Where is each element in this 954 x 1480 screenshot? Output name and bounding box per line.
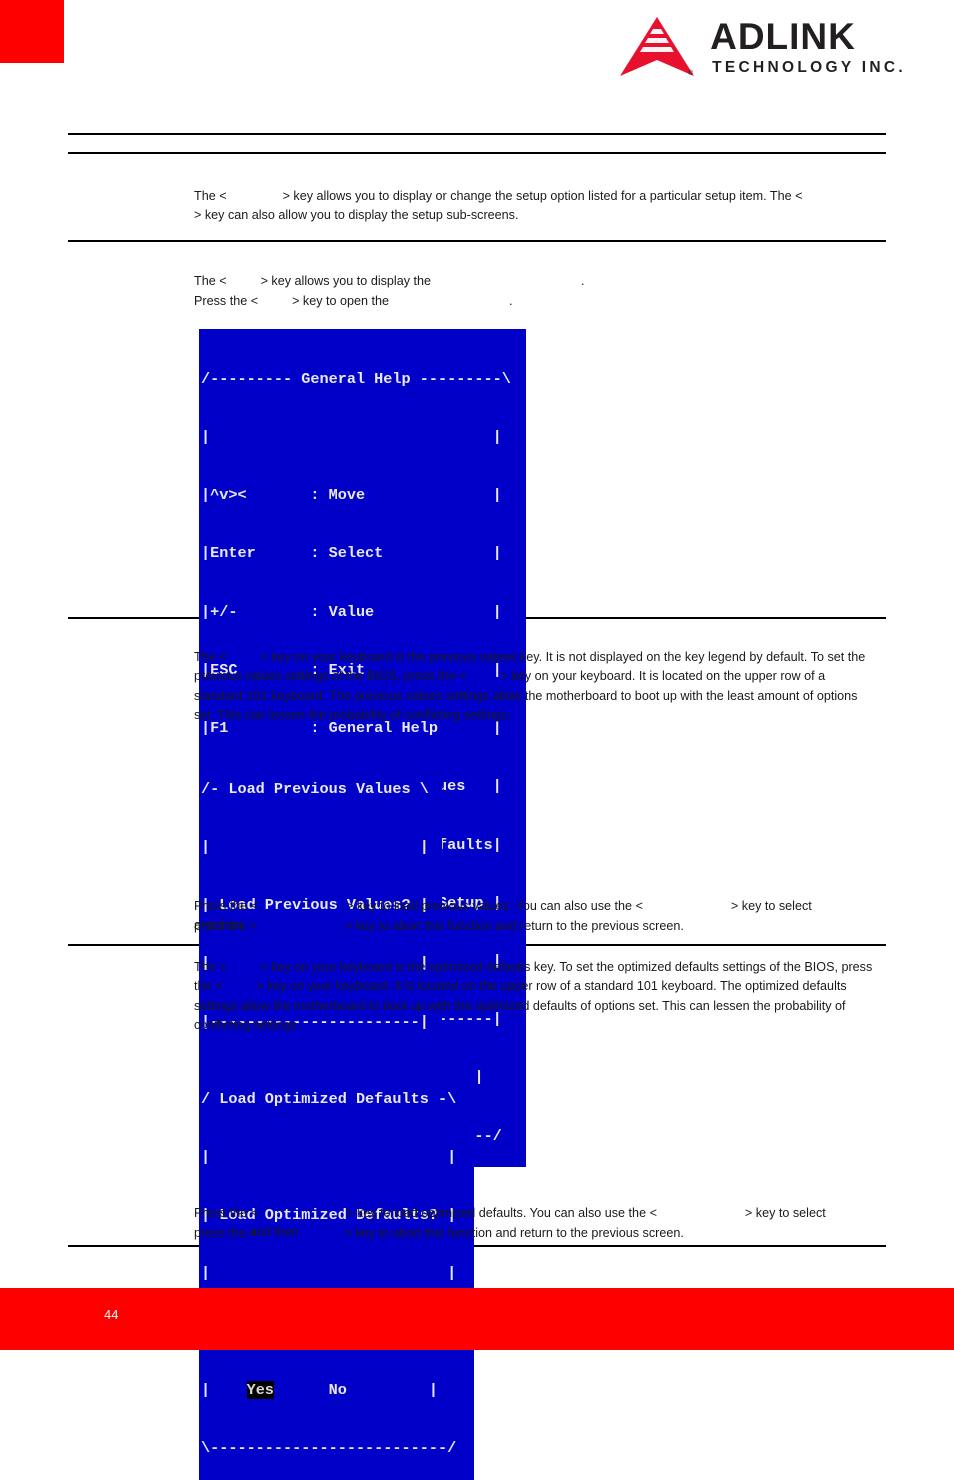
pv-after-text-e: press the < — [194, 919, 257, 933]
general-help-line-1: The < > key allows you to display the. — [194, 272, 874, 291]
optimized-defaults-text-c: > key on your keyboard. It is located on… — [194, 979, 847, 1033]
no-button[interactable]: No — [329, 1381, 347, 1399]
dialog-button-gap — [274, 1381, 329, 1399]
general-help-text-b: > key allows you to display the — [260, 274, 432, 288]
pv-after-text-f: > key to abort this function and return … — [344, 919, 684, 933]
dialog-line: | | — [201, 1264, 457, 1283]
dialog-line-move: |^v>< : Move | — [201, 486, 502, 505]
general-help-text-e: > key to open the — [292, 294, 390, 308]
dialog-button-suffix: | — [346, 1380, 438, 1399]
dialog-line-select: |Enter : Select | — [201, 544, 502, 563]
general-help-line-2: Press the < > key to open the. — [194, 292, 874, 311]
adlink-logo-mark-icon: ® — [618, 16, 696, 78]
previous-values-after-line-2: press the < > key to abort this function … — [194, 917, 874, 936]
dialog-line: | | — [201, 1148, 457, 1167]
od-after-text-e: press the < — [194, 1226, 257, 1240]
header-corner-block — [0, 0, 64, 63]
dialog-line: | | — [201, 428, 502, 447]
divider-rule-top-2 — [68, 152, 886, 154]
enter-key-text-b: > key allows you to display or change th… — [282, 189, 803, 203]
od-after-text-c: > key to select — [744, 1206, 826, 1220]
od-after-text-a: Press the < — [194, 1206, 259, 1220]
optimized-defaults-text-a: The < — [194, 960, 227, 974]
dialog-title-border: /- Load Previous Values \ — [201, 779, 429, 798]
adlink-logo: ® ADLINK TECHNOLOGY INC. — [618, 16, 906, 78]
pv-after-text-c: > key to select — [730, 899, 812, 913]
dialog-load-optimized-defaults: / Load Optimized Defaults -\ | | | Load … — [199, 1049, 474, 1480]
dialog-button-prefix: | — [201, 1380, 247, 1399]
dialog-button-row: | Yes No | — [201, 1380, 474, 1400]
optimized-defaults-after-line-2: press the < > key to abort this function … — [194, 1224, 874, 1243]
pv-after-text-a: Press the < — [194, 899, 259, 913]
previous-values-paragraph: The < > key on your keyboard is the previ… — [194, 648, 874, 726]
general-help-text-d: Press the < — [194, 294, 259, 308]
dialog-title-border: / Load Optimized Defaults -\ — [201, 1089, 457, 1108]
page-number: 44 — [104, 1307, 119, 1322]
logo-tagline: TECHNOLOGY INC. — [712, 59, 906, 77]
svg-text:®: ® — [688, 69, 694, 77]
enter-key-paragraph: The < > key allows you to display or chan… — [194, 187, 874, 226]
dialog-bottom-border: \--------------------------/ — [201, 1439, 457, 1458]
previous-values-text-a: The < — [194, 650, 227, 664]
footer-bar — [0, 1288, 954, 1350]
divider-rule-enter-section — [68, 240, 886, 242]
enter-key-text-c: > key can also allow you to display the … — [194, 208, 519, 223]
enter-key-text-a: The < — [194, 189, 227, 203]
od-after-text-b: > key to load optimized defaults. You ca… — [346, 1206, 657, 1220]
general-help-text-a: The < — [194, 274, 227, 288]
logo-brand-name: ADLINK — [710, 16, 856, 58]
dialog-line: /--------- General Help ---------\ — [201, 369, 511, 388]
divider-rule-top-1 — [68, 133, 886, 135]
dialog-line-value: |+/- : Value | — [201, 602, 502, 621]
dialog-line: | | — [201, 838, 429, 857]
pv-after-text-b: > key to load previous values. You can a… — [346, 899, 643, 913]
optimized-defaults-paragraph: The < > key on your keyboard is the optim… — [194, 958, 874, 1036]
general-help-text-f: . — [509, 294, 513, 308]
od-after-text-f: > key to abort this function and return … — [344, 1226, 684, 1240]
general-help-text-c: . — [581, 274, 585, 288]
yes-button[interactable]: Yes — [246, 1380, 274, 1399]
divider-rule-defaults-section — [68, 1245, 886, 1247]
